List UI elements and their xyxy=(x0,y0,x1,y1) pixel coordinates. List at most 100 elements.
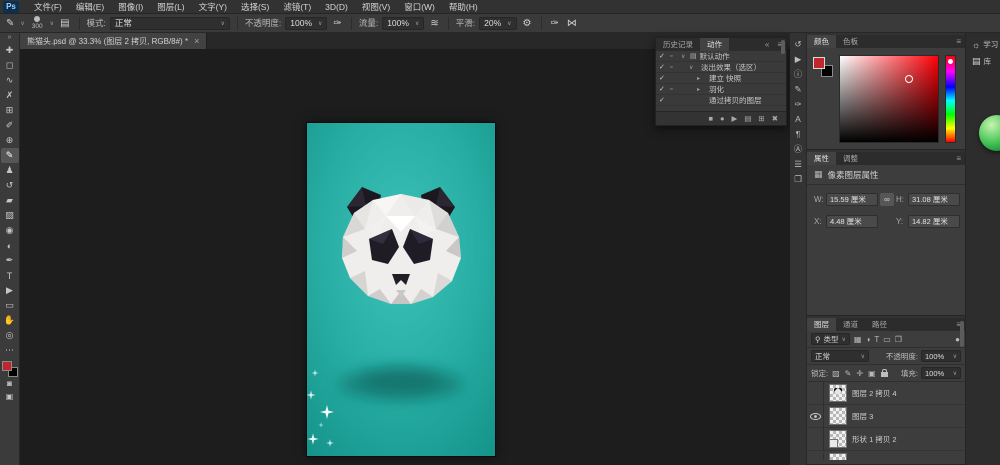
opacity-pressure-icon[interactable]: ✑ xyxy=(331,18,343,29)
flow-select[interactable]: 100% ∨ xyxy=(382,17,424,30)
menu-item[interactable]: 滤镜(T) xyxy=(276,0,318,14)
tab-channels[interactable]: 通道 xyxy=(836,318,865,331)
smoothing-gear-icon[interactable]: ⚙ xyxy=(521,18,534,29)
green-orb-overlay[interactable] xyxy=(979,115,1000,151)
move-tool-icon[interactable]: ✚ xyxy=(1,43,19,58)
layer-visibility-toggle[interactable] xyxy=(807,453,824,460)
x-field[interactable]: 4.48 厘米 xyxy=(826,215,878,228)
action-row[interactable]: ✓ ▫ ∨ ▤ 默认动作 xyxy=(656,51,786,62)
action-row[interactable]: ✓ ▫ ∨ 淡出效果（选区） xyxy=(656,62,786,73)
action-row[interactable]: ✓ ▫ ▸ 羽化 xyxy=(656,84,786,95)
tab-actions[interactable]: 动作 xyxy=(700,38,729,51)
color-swatch-pair[interactable] xyxy=(813,57,833,77)
action-check-icon[interactable]: ✓ xyxy=(659,52,667,60)
hand-tool-icon[interactable]: ✋ xyxy=(1,313,19,328)
lock-transparent-icon[interactable]: ▨ xyxy=(831,369,841,378)
lock-all-icon[interactable] xyxy=(881,372,888,377)
layer-row[interactable]: 形状 1 拷贝 2 xyxy=(807,428,965,451)
action-expander-icon[interactable]: ∨ xyxy=(681,53,687,60)
action-expander-icon[interactable]: ▸ xyxy=(697,86,703,93)
layer-visibility-toggle[interactable] xyxy=(807,428,824,451)
saturation-brightness-field[interactable] xyxy=(839,55,939,143)
layer-thumbnail[interactable] xyxy=(829,430,847,448)
link-dimensions-icon[interactable]: ∞ xyxy=(880,193,894,206)
action-dialog-toggle-icon[interactable]: ▫ xyxy=(670,64,678,71)
tab-properties[interactable]: 属性 xyxy=(807,152,836,165)
quick-mask-icon[interactable]: ◙ xyxy=(1,377,19,390)
paragraph-panel-icon[interactable]: ¶ xyxy=(791,127,806,141)
character-panel-icon[interactable]: A xyxy=(791,112,806,126)
foreground-color-swatch[interactable] xyxy=(2,361,12,371)
color-picker-ring[interactable] xyxy=(905,75,913,83)
tool-preset-caret-icon[interactable]: ∨ xyxy=(20,20,24,27)
type-tool-icon[interactable]: T xyxy=(1,268,19,283)
lock-position-icon[interactable]: ✛ xyxy=(855,369,864,378)
action-check-icon[interactable]: ✓ xyxy=(659,74,667,82)
healing-brush-tool-icon[interactable]: ⊕ xyxy=(1,133,19,148)
layer-visibility-toggle[interactable] xyxy=(807,382,824,405)
shape-tool-icon[interactable]: ▭ xyxy=(1,298,19,313)
layer-visibility-toggle[interactable] xyxy=(807,405,824,428)
layer-row[interactable]: 图层 3 xyxy=(807,405,965,428)
menu-item[interactable]: 文字(Y) xyxy=(192,0,234,14)
filter-type-icon[interactable]: T xyxy=(873,335,880,344)
libraries-panel-button[interactable]: ▤ 库 xyxy=(966,50,1000,67)
layer-row[interactable]: 图层 2 拷贝 4 xyxy=(807,382,965,405)
action-expander-icon[interactable]: ∨ xyxy=(689,64,695,71)
smoothing-select[interactable]: 20% ∨ xyxy=(479,17,516,30)
paragraph-styles-panel-icon[interactable]: ☰ xyxy=(791,157,806,171)
delete-icon[interactable]: ✖ xyxy=(772,114,778,123)
zoom-tool-icon[interactable]: ◎ xyxy=(1,328,19,343)
action-expander-icon[interactable]: ▸ xyxy=(697,75,703,82)
pen-tool-icon[interactable]: ✒ xyxy=(1,253,19,268)
action-dialog-toggle-icon[interactable]: ▫ xyxy=(670,53,678,60)
new-action-icon[interactable]: ⊞ xyxy=(758,114,764,123)
width-field[interactable]: 15.59 厘米 xyxy=(826,193,878,206)
history-brush-tool-icon[interactable]: ↺ xyxy=(1,178,19,193)
hue-slider[interactable] xyxy=(945,55,956,143)
action-dialog-toggle-icon[interactable]: ▫ xyxy=(670,86,678,93)
toolbar-collapse-icon[interactable]: » xyxy=(8,33,12,43)
record-icon[interactable]: ● xyxy=(720,114,725,123)
marquee-tool-icon[interactable]: ◻ xyxy=(1,58,19,73)
history-panel-icon[interactable]: ↺ xyxy=(791,37,806,51)
eraser-tool-icon[interactable]: ▰ xyxy=(1,193,19,208)
tab-paths[interactable]: 路径 xyxy=(865,318,894,331)
layer-thumbnail[interactable] xyxy=(829,453,847,460)
more-tools-icon[interactable]: ⋯ xyxy=(1,343,19,358)
fill-select[interactable]: 100% ∨ xyxy=(921,367,961,379)
close-tab-icon[interactable]: × xyxy=(194,36,199,46)
menu-item[interactable]: 编辑(E) xyxy=(69,0,111,14)
hue-slider-marker[interactable] xyxy=(948,59,953,64)
filter-adjustment-icon[interactable]: ◑ xyxy=(864,335,871,344)
clone-stamp-tool-icon[interactable]: ♟ xyxy=(1,163,19,178)
menu-item[interactable]: 窗口(W) xyxy=(397,0,442,14)
brush-size-picker[interactable]: 300 xyxy=(29,16,46,30)
menu-item[interactable]: 文件(F) xyxy=(27,0,69,14)
stop-icon[interactable]: ■ xyxy=(708,114,713,123)
opacity-select[interactable]: 100% ∨ xyxy=(285,17,327,30)
lasso-tool-icon[interactable]: ∿ xyxy=(1,73,19,88)
info-panel-icon[interactable]: ⓘ xyxy=(791,67,806,81)
menu-item[interactable]: 图像(I) xyxy=(111,0,150,14)
paint-symmetry-icon[interactable]: ⋈ xyxy=(565,18,579,29)
libraries-panel-icon[interactable]: ❐ xyxy=(791,172,806,186)
layer-blend-mode-select[interactable]: 正常 ∨ xyxy=(811,350,869,362)
layer-filter-type-select[interactable]: ⚲ 类型 ∨ xyxy=(811,333,850,345)
lock-pixels-icon[interactable]: ✎ xyxy=(844,369,853,378)
quick-selection-tool-icon[interactable]: ✗ xyxy=(1,88,19,103)
action-check-icon[interactable]: ✓ xyxy=(659,85,667,93)
foreground-color-swatch[interactable] xyxy=(813,57,825,69)
learn-panel-button[interactable]: ☼ 学习 xyxy=(966,33,1000,50)
screen-mode-icon[interactable]: ▣ xyxy=(1,390,19,403)
menu-item[interactable]: 视图(V) xyxy=(355,0,397,14)
size-pressure-icon[interactable]: ✑ xyxy=(549,18,561,29)
layer-thumbnail[interactable] xyxy=(829,384,847,402)
toggle-brush-panel-icon[interactable]: ▤ xyxy=(58,18,71,29)
tab-swatches[interactable]: 色板 xyxy=(836,35,865,48)
document-tab[interactable]: 熊猫头.psd @ 33.3% (图层 2 拷贝, RGB/8#) * × xyxy=(20,33,207,49)
brush-tool-preset-icon[interactable]: ✎ xyxy=(4,18,16,29)
action-row[interactable]: ✓ ▸ 建立 快照 xyxy=(656,73,786,84)
action-row[interactable]: ✓ 通过拷贝的图层 xyxy=(656,95,786,106)
canvas[interactable] xyxy=(307,123,495,456)
